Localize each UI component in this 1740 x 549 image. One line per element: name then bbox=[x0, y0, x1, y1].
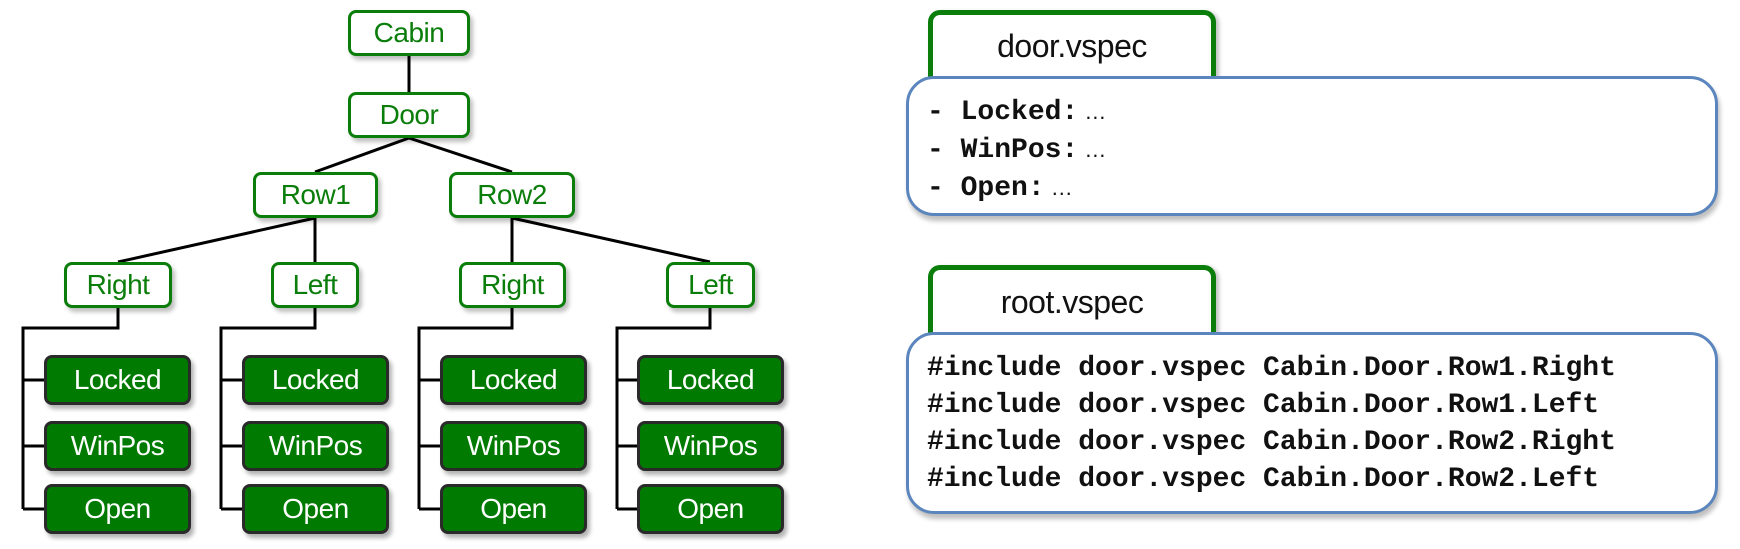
door-line: - Locked: … bbox=[927, 97, 1107, 128]
edge-door-row2 bbox=[408, 136, 513, 174]
node-row1-right: Right bbox=[64, 262, 172, 308]
door-vspec-body: - Locked: … - WinPos: … - Open: … bbox=[906, 76, 1718, 216]
edge-row1-right bbox=[117, 216, 316, 264]
bracket-row2-right bbox=[417, 308, 514, 509]
node-row2-left: Left bbox=[666, 262, 755, 308]
leaf-row1-right-open: Open bbox=[44, 484, 191, 534]
leaf-row2-right-locked: Locked bbox=[440, 355, 587, 405]
door-line: - WinPos: … bbox=[927, 135, 1107, 166]
leaf-row2-right-open: Open bbox=[440, 484, 587, 534]
node-door: Door bbox=[348, 92, 470, 138]
node-row2-right: Right bbox=[459, 262, 566, 308]
leaf-row1-left-winpos: WinPos bbox=[242, 421, 389, 471]
root-vspec-body: #include door.vspec Cabin.Door.Row1.Righ… bbox=[906, 332, 1718, 514]
leaf-row2-left-winpos: WinPos bbox=[637, 421, 784, 471]
door-vspec-tab: door.vspec bbox=[928, 10, 1216, 78]
leaf-row1-left-locked: Locked bbox=[242, 355, 389, 405]
door-line: - Open: … bbox=[927, 173, 1073, 204]
node-cabin: Cabin bbox=[348, 10, 470, 56]
node-row1-left: Left bbox=[271, 262, 359, 308]
root-vspec-tab: root.vspec bbox=[928, 265, 1216, 334]
include-line: #include door.vspec Cabin.Door.Row1.Righ… bbox=[927, 353, 1616, 384]
leaf-row2-left-locked: Locked bbox=[637, 355, 784, 405]
edge-row2-left bbox=[511, 216, 711, 264]
include-line: #include door.vspec Cabin.Door.Row2.Righ… bbox=[927, 427, 1616, 458]
include-line: #include door.vspec Cabin.Door.Row1.Left bbox=[927, 390, 1600, 421]
bracket-row1-left bbox=[219, 308, 317, 509]
node-row2: Row2 bbox=[449, 172, 575, 218]
edge-door-row1 bbox=[314, 136, 410, 174]
node-row1: Row1 bbox=[253, 172, 378, 218]
leaf-row1-left-open: Open bbox=[242, 484, 389, 534]
leaf-row1-right-locked: Locked bbox=[44, 355, 191, 405]
include-line: #include door.vspec Cabin.Door.Row2.Left bbox=[927, 464, 1600, 495]
bracket-row2-left bbox=[615, 308, 712, 509]
bracket-row1-right bbox=[21, 308, 120, 509]
leaf-row2-right-winpos: WinPos bbox=[440, 421, 587, 471]
leaf-row2-left-open: Open bbox=[637, 484, 784, 534]
leaf-row1-right-winpos: WinPos bbox=[44, 421, 191, 471]
